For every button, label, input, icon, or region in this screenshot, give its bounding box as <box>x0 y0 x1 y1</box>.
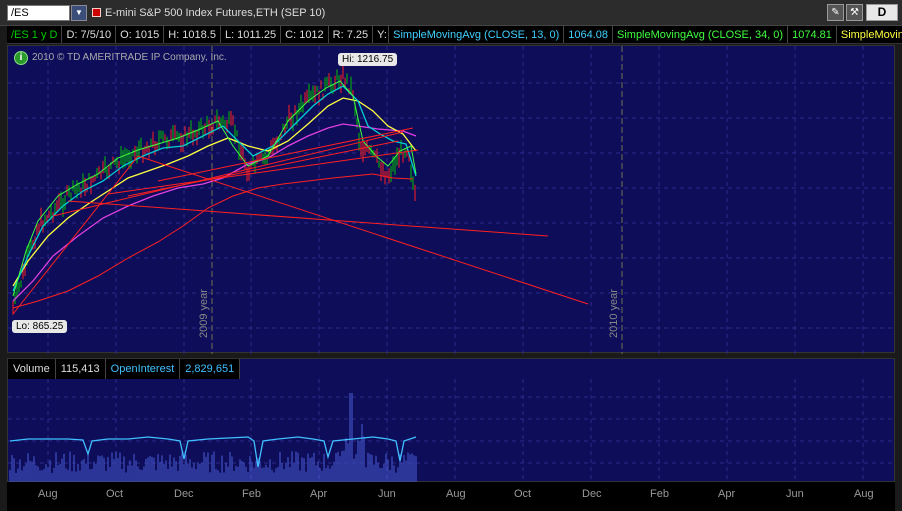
close-value: C: 1012 <box>281 26 329 43</box>
volume-header: Volume 115,413 OpenInterest 2,829,651 <box>8 359 241 379</box>
info-bar: /ES 1 y D D: 7/5/10 O: 1015 H: 1018.5 L: 101… <box>7 26 902 44</box>
year-2009-label: 2009 year <box>198 289 210 338</box>
copyright-text: 2010 © TD AMERITRADE IP Company, Inc. <box>32 52 227 63</box>
info-icon[interactable]: i <box>14 51 28 65</box>
sma13-value: 1064.08 <box>564 26 613 43</box>
top-toolbar: /ES ▼ E-mini S&P 500 Index Futures,ETH (… <box>0 0 902 26</box>
price-chart-panel[interactable]: i 2010 © TD AMERITRADE IP Company, Inc. … <box>7 45 896 354</box>
month-label: Oct <box>514 488 532 500</box>
wrench-icon[interactable]: ✎ <box>827 4 844 21</box>
sma-long-line <box>12 123 417 302</box>
year-2010-label: 2010 year <box>608 289 620 338</box>
volume-label[interactable]: Volume <box>8 359 56 379</box>
d-button[interactable]: D <box>866 4 898 21</box>
month-label: Feb <box>650 488 669 500</box>
lo-label: Lo: 865.25 <box>12 320 68 333</box>
open-value: O: 1015 <box>116 26 165 43</box>
volume-value: 115,413 <box>56 359 106 379</box>
hi-label: Hi: 1216.75 <box>338 53 398 66</box>
y-value: Y: <box>373 26 390 43</box>
symbol-description: E-mini S&P 500 Index Futures,ETH (SEP 10… <box>105 7 326 19</box>
link-indicator-icon[interactable] <box>92 8 101 17</box>
range-value: R: 7.25 <box>329 26 374 43</box>
month-label: Jun <box>786 488 804 500</box>
date-value: D: 7/5/10 <box>62 26 117 43</box>
high-value: H: 1018.5 <box>164 26 221 43</box>
price-chart-svg <box>8 46 896 354</box>
time-axis[interactable]: Aug Oct Dec Feb Apr Jun Aug Oct Dec Feb … <box>7 482 895 511</box>
sma34-label[interactable]: SimpleMovingAvg (CLOSE, 34, 0) <box>613 26 789 43</box>
volume-panel[interactable]: Volume 115,413 OpenInterest 2,829,651 <box>7 358 896 483</box>
open-interest-label[interactable]: OpenInterest <box>106 359 181 379</box>
month-label: Dec <box>582 488 602 500</box>
brush-icon[interactable]: ⚒ <box>846 4 863 21</box>
month-label: Apr <box>310 488 328 500</box>
low-value: L: 1011.25 <box>221 26 282 43</box>
month-label: Aug <box>854 488 874 500</box>
sma3-label[interactable]: SimpleMovingAvg <box>837 26 902 43</box>
month-label: Aug <box>38 488 58 500</box>
sma34-value: 1074.81 <box>788 26 837 43</box>
symbol-dropdown-button[interactable]: ▼ <box>71 5 87 21</box>
month-label: Aug <box>446 488 466 500</box>
month-label: Feb <box>242 488 261 500</box>
month-label: Dec <box>174 488 194 500</box>
sma13-label[interactable]: SimpleMovingAvg (CLOSE, 13, 0) <box>389 26 565 43</box>
month-label: Apr <box>718 488 736 500</box>
period-label[interactable]: /ES 1 y D <box>7 26 63 43</box>
open-interest-value: 2,829,651 <box>180 359 241 379</box>
symbol-input[interactable]: /ES <box>7 5 70 21</box>
month-label: Jun <box>378 488 396 500</box>
month-label: Oct <box>106 488 124 500</box>
